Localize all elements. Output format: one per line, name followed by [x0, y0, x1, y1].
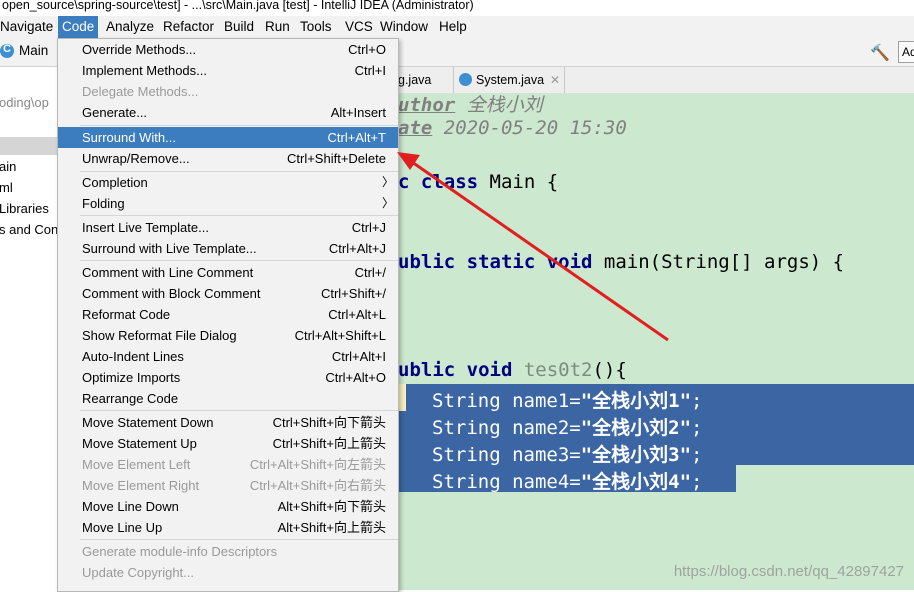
- annotation-arrow-head: [397, 152, 420, 170]
- watermark: https://blog.csdn.net/qq_42897427: [673, 563, 904, 580]
- annotation-arrow: [397, 152, 669, 342]
- annotation-arrow-line: [411, 160, 669, 342]
